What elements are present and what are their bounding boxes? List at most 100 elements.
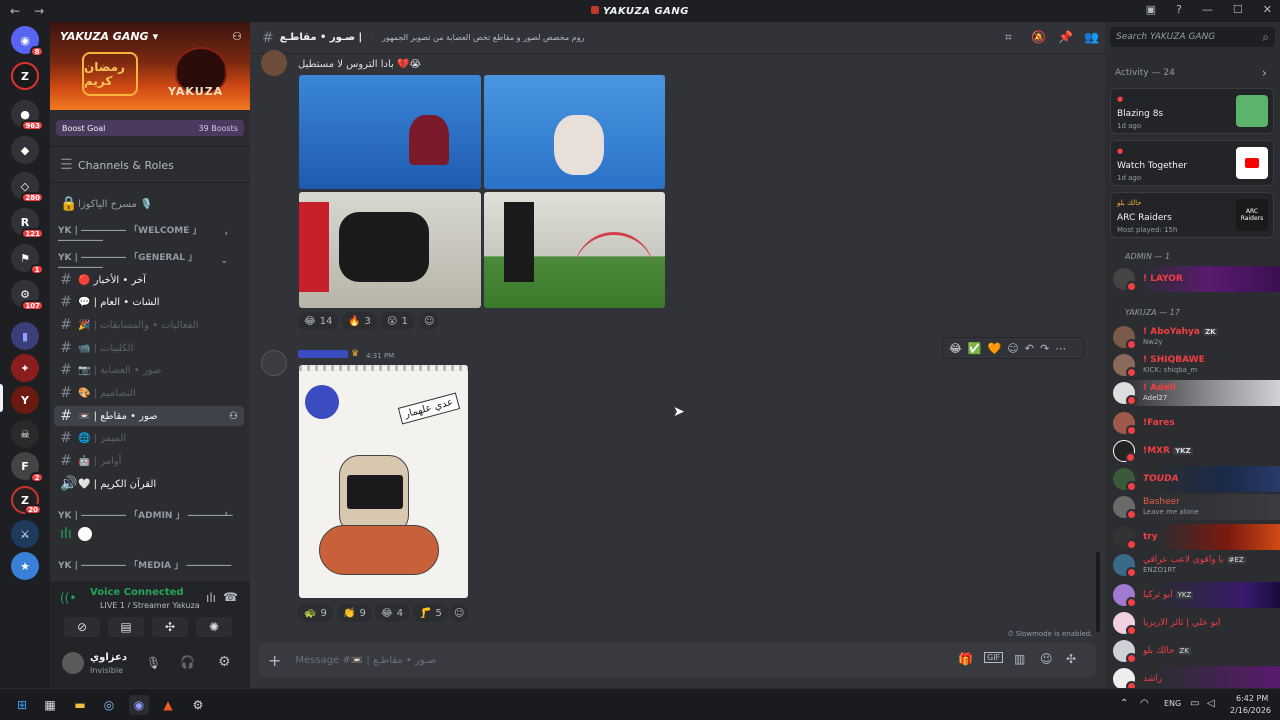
admin-voice-user[interactable]: ılı — [54, 524, 244, 544]
channel-commands[interactable]: # 🤖 | أوامر — [54, 451, 244, 471]
reaction-fire[interactable]: 🔥 3 — [342, 312, 377, 330]
activity-card-arc[interactable]: حالك بلو ARC Raiders Most played: 15h ARC R… — [1110, 192, 1274, 238]
channel-gang-photos[interactable]: # 📷 | صور • العصابة — [54, 360, 244, 380]
channel-memes[interactable]: # 🌐 | الميمز — [54, 428, 244, 448]
member-halek-blu[interactable]: حالك بلو ZK — [1105, 638, 1280, 664]
app-icon[interactable]: ⚙ — [188, 695, 208, 715]
emoji-icon[interactable]: ☺ — [1040, 652, 1053, 666]
microphone-icon[interactable]: 🎙 — [146, 656, 161, 670]
server-icon-blue[interactable]: ⚔ — [11, 520, 39, 548]
add-reaction-button[interactable]: ☺ — [420, 312, 439, 330]
username[interactable]: دعزاوي — [90, 652, 127, 663]
channel-general-chat[interactable]: # 💬 | الشات • العام — [54, 292, 244, 312]
members-icon[interactable]: 👥 — [1084, 30, 1099, 44]
member-abu-turkia[interactable]: ابو تركيا YKZ — [1105, 582, 1280, 608]
discord-home-icon[interactable]: ◉ 8 — [11, 26, 44, 57]
channel-events[interactable]: # 🎉 | الفعاليات • والمسابقات — [54, 315, 244, 335]
server-folder-1[interactable]: ● 963 — [11, 100, 44, 131]
drawing-image[interactable]: عدي علهمار — [299, 365, 468, 598]
member-shiqbawe[interactable]: ! SHIQBAWE KICK: shiqba_m — [1105, 352, 1280, 378]
reaction-leg[interactable]: 🦵 5 — [413, 604, 448, 622]
category-general[interactable]: YK | ――――― 「GENERAL 」 ――――― ⌄ — [58, 253, 238, 273]
disconnect-icon[interactable]: ☎ — [223, 590, 238, 604]
brave-icon[interactable]: ▲ — [158, 695, 178, 715]
message-input[interactable]: Message #📼 | صـور • مقاطـع — [295, 655, 436, 666]
photo-pool-2[interactable] — [484, 75, 665, 189]
member-aboyahya[interactable]: ! AboYahya ZK Nw2y — [1105, 324, 1280, 350]
server-folder-4[interactable]: R 121 — [11, 208, 44, 239]
server-icon-f[interactable]: F2 — [11, 452, 44, 483]
member-fares[interactable]: !Fares — [1105, 410, 1280, 436]
tray-wifi-icon[interactable]: ◠ — [1140, 698, 1149, 709]
add-reaction-button[interactable]: ☺ — [450, 604, 469, 622]
tray-chevron-icon[interactable]: ⌃ — [1120, 698, 1128, 709]
maximize-icon[interactable]: ☐ — [1233, 3, 1243, 16]
gif-icon[interactable]: GIF — [984, 652, 1004, 663]
minimize-icon[interactable]: — — [1202, 3, 1213, 16]
server-folder-3[interactable]: ◇ 280 — [11, 172, 44, 203]
channel-topic[interactable]: روم مخصص لصور و مقاطع تخص العصابة من تصو… — [382, 33, 584, 42]
category-welcome[interactable]: YK | ――――― 「WELCOME 」 ――――― › — [58, 226, 238, 246]
activities-button[interactable]: ✣ — [152, 617, 188, 637]
reaction-laugh[interactable]: 😂 14 — [298, 312, 339, 330]
server-icon-dark[interactable]: ☠ — [11, 420, 39, 448]
close-icon[interactable]: ✕ — [1263, 3, 1272, 16]
avatar[interactable] — [261, 350, 287, 376]
quick-react-heart[interactable]: 🧡 — [988, 342, 1002, 355]
activity-card-watch[interactable]: ● Watch Together 1d ago — [1110, 140, 1274, 186]
member-adell[interactable]: ! Adell Adel27 — [1105, 380, 1280, 406]
steam-icon[interactable]: ◎ — [99, 695, 119, 715]
server-folder-open[interactable]: ▮ — [11, 322, 39, 350]
member-basheer[interactable]: Basheer Leave me alone — [1105, 494, 1280, 520]
clock-time[interactable]: 6:42 PM — [1236, 694, 1268, 703]
category-media[interactable]: YK | ――――― 「MEDIA 」 ――――― — [58, 556, 238, 572]
gift-icon[interactable]: 🎁 — [958, 652, 973, 666]
voice-channel-theater[interactable]: 🔒 مسرح الياكوزا 🎙️ — [54, 194, 244, 214]
channel-designs[interactable]: # 🎨 | التصاميم — [54, 383, 244, 403]
channels-roles[interactable]: ☰ Channels & Roles — [54, 155, 244, 175]
add-member-icon[interactable]: ⚇ — [229, 411, 238, 422]
server-icon-z2[interactable]: Z 20 — [11, 486, 42, 515]
scrollbar[interactable] — [1096, 552, 1100, 632]
channel-clips[interactable]: # 📹 | الكليبات — [54, 338, 244, 358]
member-enzo[interactable]: يا واقوى لاعب عراقي #EZ ENZO1RT — [1105, 552, 1280, 578]
reaction-laugh[interactable]: 😂 4 — [375, 604, 410, 622]
sticker-icon[interactable]: ▥ — [1014, 652, 1025, 666]
server-folder-6[interactable]: ⚙ 107 — [11, 280, 44, 311]
author-name[interactable] — [298, 350, 348, 358]
reply-icon[interactable]: ↶ — [1025, 342, 1034, 355]
member-abu-ali[interactable]: ابو علي | ثائر الاريزيا — [1105, 610, 1280, 636]
server-icon-yakuza[interactable]: Y — [11, 386, 39, 414]
avatar[interactable] — [261, 50, 287, 76]
member-touda[interactable]: TOUDA — [1105, 466, 1280, 492]
headphones-icon[interactable]: 🎧 — [180, 655, 195, 669]
volume-icon[interactable]: ◁ — [1207, 698, 1215, 709]
photo-slide-1[interactable] — [299, 192, 481, 308]
network-icon[interactable]: ▭ — [1190, 698, 1199, 709]
reaction-clap[interactable]: 👏 9 — [337, 604, 372, 622]
quick-react-check[interactable]: ✅ — [968, 342, 982, 355]
inbox-icon[interactable]: ▣ — [1146, 3, 1156, 16]
member-mxr[interactable]: !MXR YKZ — [1105, 438, 1280, 464]
file-explorer-icon[interactable]: ▬ — [70, 695, 90, 715]
channel-media-active[interactable]: # 📼 | صور • مقاطع ⚇ — [54, 406, 244, 426]
store-icon[interactable]: ▦ — [40, 695, 60, 715]
server-folder-2[interactable]: ◆ — [11, 136, 39, 164]
reaction-shock[interactable]: 😮 1 — [381, 312, 414, 330]
clock-date[interactable]: 2/16/2026 — [1230, 706, 1271, 715]
reaction-turtle[interactable]: 🐢 9 — [298, 604, 333, 622]
channel-news[interactable]: # 🔴 آخر • الأخبار — [54, 270, 244, 290]
invite-icon[interactable]: ⚇ — [232, 30, 242, 43]
voice-channel-quran[interactable]: 🔊 🤍 | القرآن الكريم — [54, 474, 244, 494]
screen-share-button[interactable]: ▤ — [108, 617, 144, 637]
threads-icon[interactable]: ⌗ — [1005, 30, 1012, 45]
member-admin[interactable]: ! LAYOR — [1105, 266, 1280, 292]
boost-goal-bar[interactable]: Boost Goal 39 Boosts — [56, 120, 244, 136]
help-icon[interactable]: ? — [1176, 3, 1182, 16]
server-icon-game[interactable]: ★ — [11, 552, 39, 580]
photo-pool-1[interactable] — [299, 75, 481, 189]
activity-expand-icon[interactable]: › — [1262, 66, 1267, 80]
noise-icon[interactable]: ılı — [206, 591, 216, 605]
soundboard-button[interactable]: ✺ — [196, 617, 232, 637]
notification-off-icon[interactable]: 🔕 — [1031, 30, 1046, 44]
